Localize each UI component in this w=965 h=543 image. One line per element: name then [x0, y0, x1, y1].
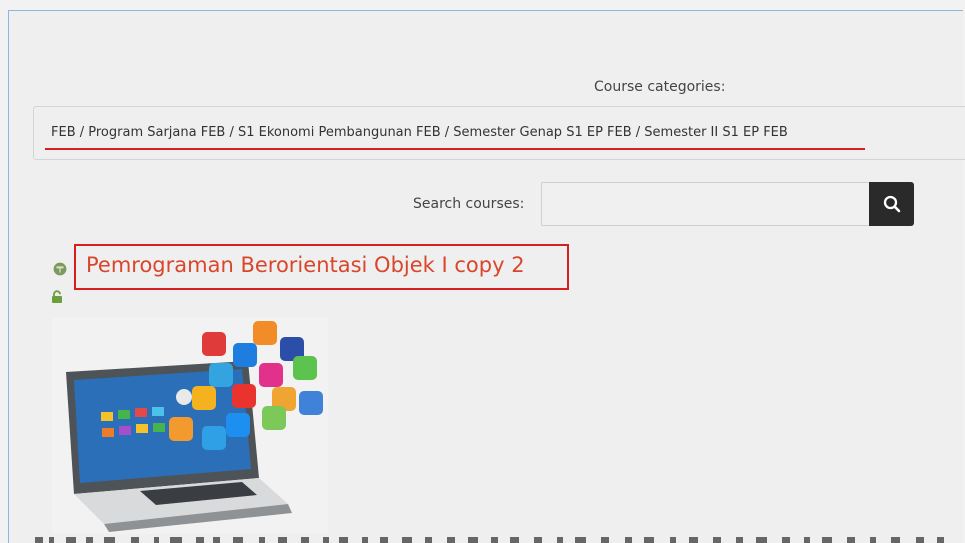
course-categories-label: Course categories: — [594, 79, 726, 95]
unlock-icon — [52, 290, 62, 303]
search-button[interactable] — [869, 182, 914, 226]
course-image[interactable] — [52, 318, 328, 534]
course-icon — [53, 262, 67, 276]
category-annotation-underline — [45, 148, 865, 150]
course-title-link[interactable]: Pemrograman Berorientasi Objek I copy 2 — [86, 253, 525, 277]
search-courses-label: Search courses: — [413, 196, 525, 212]
course-category-value[interactable]: FEB / Program Sarjana FEB / S1 Ekonomi P… — [51, 125, 788, 140]
search-icon — [883, 195, 900, 213]
laptop-with-app-icons — [52, 318, 328, 534]
search-courses-input[interactable] — [541, 182, 871, 226]
course-summary-partial — [35, 537, 944, 543]
